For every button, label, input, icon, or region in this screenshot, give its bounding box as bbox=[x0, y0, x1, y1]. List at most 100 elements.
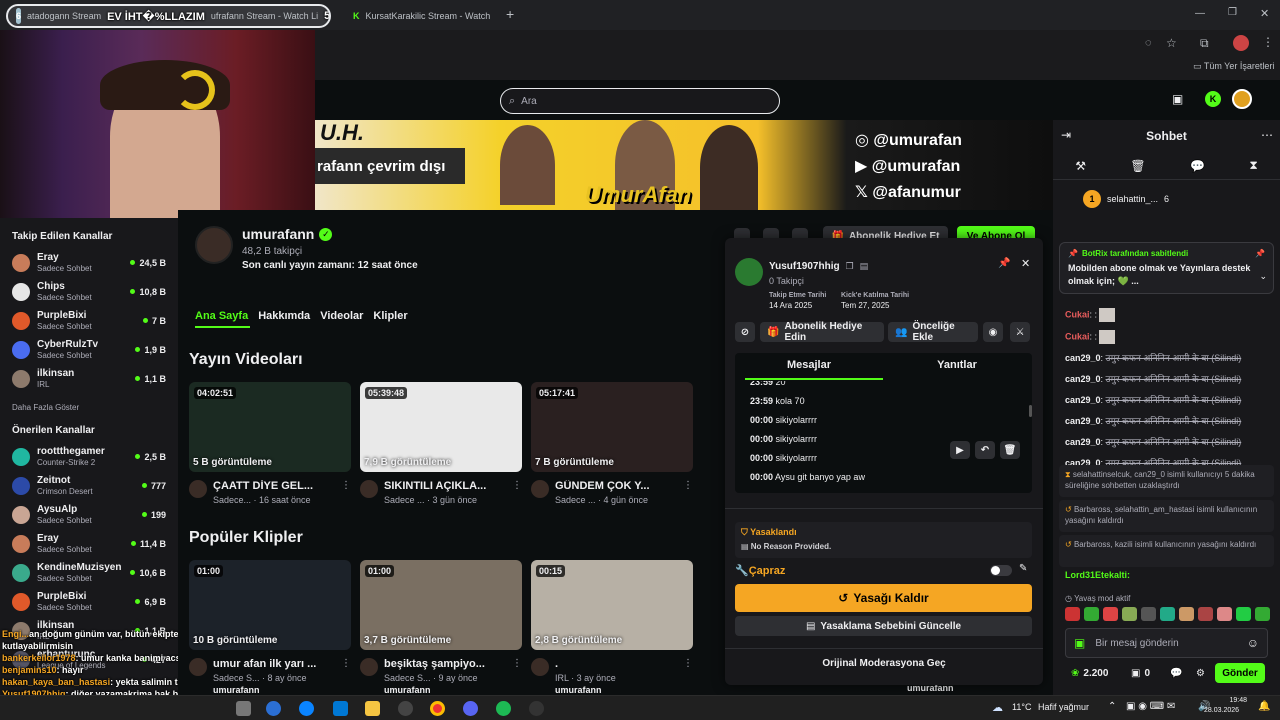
more-options-icon[interactable]: ⋮ bbox=[512, 658, 522, 695]
more-options-icon[interactable]: ⋮ bbox=[341, 658, 351, 695]
sidebar-channel[interactable]: KendineMuzisyen Sadece Sohbet 10,6 B bbox=[0, 558, 178, 587]
chat-username[interactable]: Cukai bbox=[1065, 309, 1090, 319]
sidebar-channel[interactable]: Eray Sadece Sohbet 24,5 B bbox=[0, 248, 178, 277]
emote-icon[interactable] bbox=[1122, 607, 1137, 621]
clock-time[interactable]: 19:48 bbox=[1212, 697, 1247, 704]
sidebar-channel[interactable]: CyberRulzTv Sadece Sohbet 1,9 B bbox=[0, 335, 178, 364]
video-thumbnail[interactable]: 05:39:48 7,9 B görüntüleme bbox=[360, 382, 522, 472]
video-title[interactable]: umur afan ilk yarı ... bbox=[213, 658, 335, 670]
pinned-message[interactable]: 📌 BotRix tarafından sabitlendi 📌 Mobilden … bbox=[1059, 242, 1274, 294]
chat-username[interactable]: can29_0 bbox=[1065, 374, 1101, 384]
mod-icon[interactable]: ⚔ bbox=[1010, 322, 1030, 342]
chat-message[interactable]: Cukai: : bbox=[1057, 308, 1280, 322]
emote-icon[interactable] bbox=[1065, 607, 1080, 621]
trash-icon[interactable]: 🗑 bbox=[1130, 159, 1145, 173]
video-card[interactable]: 04:02:51 5 B görüntüleme ÇAATT DİYE GEL...… bbox=[189, 382, 351, 505]
emote-icon[interactable] bbox=[1084, 607, 1099, 621]
video-title[interactable]: SIKINTILI AÇIKLA... bbox=[384, 480, 506, 492]
card-icon[interactable]: ▤ bbox=[860, 261, 869, 272]
video-title[interactable]: . bbox=[555, 658, 677, 670]
video-thumbnail[interactable]: 00:15 2,8 B görüntüleme bbox=[531, 560, 693, 650]
sidebar-channel[interactable]: AysuAlp Sadece Sohbet 199 bbox=[0, 500, 178, 529]
scrollbar[interactable] bbox=[1029, 405, 1032, 417]
extensions-icon[interactable]: ⧉ bbox=[1200, 36, 1209, 51]
hammer-icon[interactable]: ⚒ bbox=[1075, 159, 1086, 173]
pin-icon[interactable]: 📌 bbox=[1255, 249, 1265, 258]
show-more-link[interactable]: Daha Fazla Göster bbox=[12, 403, 178, 412]
emote-icon[interactable] bbox=[1217, 607, 1232, 621]
sidebar-channel[interactable]: PurpleBixi Sadece Sohbet 6,9 B bbox=[0, 587, 178, 616]
chat-message[interactable]: can29_0: उमुर कफन अनिनिन आमी के बा (Sili… bbox=[1057, 352, 1280, 365]
tab-active[interactable]: 6 atadogann Stream EV İHT�%LLAZIM ufrafa… bbox=[6, 4, 331, 28]
edge-icon[interactable] bbox=[299, 701, 314, 716]
emote-icon[interactable] bbox=[1198, 607, 1213, 621]
original-moderation-link[interactable]: Orijinal Moderasyona Geç bbox=[725, 658, 1043, 669]
channel-tab[interactable]: Hakkımda bbox=[258, 310, 310, 322]
menu-icon[interactable]: ⋮ bbox=[1262, 35, 1274, 49]
channel-tab[interactable]: Videolar bbox=[320, 310, 363, 322]
chrome-icon[interactable] bbox=[430, 701, 445, 716]
chat-message[interactable]: can29_0: उमुर कफन अनिनिन आमी के बा (Sili… bbox=[1057, 373, 1280, 386]
video-title[interactable]: ÇAATT DİYE GEL... bbox=[213, 480, 335, 492]
tab-replies[interactable]: Yanıtlar bbox=[883, 359, 1031, 371]
search-input[interactable]: ⌕ Ara bbox=[500, 88, 780, 114]
tray-icons[interactable]: ▣ ◉ ⌨ ✉ bbox=[1126, 701, 1175, 712]
chevron-down-icon[interactable]: ⌄ bbox=[1259, 271, 1267, 282]
tab-messages[interactable]: Mesajlar bbox=[735, 359, 883, 371]
task-view-icon[interactable] bbox=[236, 701, 251, 716]
play-icon[interactable]: ▶ bbox=[950, 441, 970, 459]
pin-icon[interactable]: 📌 bbox=[998, 258, 1010, 269]
video-thumbnail[interactable]: 04:02:51 5 B görüntüleme bbox=[189, 382, 351, 472]
minimize-icon[interactable]: — bbox=[1195, 8, 1205, 19]
chat-message[interactable]: Cukai: : bbox=[1057, 330, 1280, 344]
chat-message[interactable]: can29_0: उमुर कफन अनिनिन आमी के बा (Sili… bbox=[1057, 394, 1280, 407]
copy-icon[interactable]: ❐ bbox=[846, 261, 854, 272]
bookmarks-folder[interactable]: ▭ Tüm Yer İşaretleri bbox=[1193, 61, 1274, 72]
chat-username[interactable]: can29_0 bbox=[1065, 416, 1101, 426]
chat-message[interactable]: can29_0: उमुर कफन अनिनिन आमी के बा (Sili… bbox=[1057, 415, 1280, 428]
edit-icon[interactable]: ✎ bbox=[1019, 563, 1027, 574]
sidebar-channel[interactable]: PurpleBixi Sadece Sohbet 7 B bbox=[0, 306, 178, 335]
gift-sub-modal-button[interactable]: 🎁 Abonelik Hediye Edin bbox=[760, 321, 884, 343]
chat-input[interactable]: ▣ Bir mesaj gönderin ☺ bbox=[1065, 628, 1268, 658]
emote-icon[interactable] bbox=[1103, 607, 1118, 621]
priority-button[interactable]: 👥 Önceliğe Ekle bbox=[888, 321, 978, 343]
xbox-icon[interactable] bbox=[398, 701, 413, 716]
delete-icon[interactable]: 🗑 bbox=[1000, 441, 1020, 459]
avatar[interactable] bbox=[1232, 89, 1252, 109]
video-thumbnail[interactable]: 01:00 3,7 B görüntüleme bbox=[360, 560, 522, 650]
profile-icon[interactable] bbox=[1233, 35, 1249, 51]
star-icon[interactable]: ☆ bbox=[1166, 36, 1177, 50]
emote-icon[interactable] bbox=[1255, 607, 1270, 621]
close-modal-button[interactable]: ✕ bbox=[1021, 257, 1030, 270]
chat-username[interactable]: Cukai bbox=[1065, 331, 1090, 341]
video-card[interactable]: 05:39:48 7,9 B görüntüleme SIKINTILI AÇIKL… bbox=[360, 382, 522, 505]
channel-tab[interactable]: Ana Sayfa bbox=[195, 310, 248, 322]
video-thumbnail[interactable]: 01:00 10 B görüntüleme bbox=[189, 560, 351, 650]
chat-username[interactable]: can29_0 bbox=[1065, 353, 1101, 363]
video-thumbnail[interactable]: 05:17:41 7 B görüntüleme bbox=[531, 382, 693, 472]
kick-logo-icon[interactable]: K bbox=[1205, 91, 1221, 107]
sidebar-channel[interactable]: Zeitnot Crimson Desert 777 bbox=[0, 471, 178, 500]
video-title[interactable]: GÜNDEM ÇOK Y... bbox=[555, 480, 677, 492]
more-options-icon[interactable]: ⋮ bbox=[683, 480, 693, 505]
gear-icon[interactable]: ⚙ bbox=[1196, 668, 1205, 679]
video-card[interactable]: 01:00 10 B görüntüleme umur afan ilk yarı … bbox=[189, 560, 351, 695]
emote-icon[interactable] bbox=[1179, 607, 1194, 621]
copilot-icon[interactable] bbox=[266, 701, 281, 716]
notification-icon[interactable]: 🔔 bbox=[1258, 701, 1270, 712]
video-title[interactable]: beşiktaş şampiyo... bbox=[384, 658, 506, 670]
tab-kursat[interactable]: K KursatKarakilic Stream - Watch ✕ bbox=[345, 3, 495, 28]
vod-icon[interactable]: ▣ bbox=[1172, 92, 1183, 106]
update-ban-reason-button[interactable]: ▤ Yasaklama Sebebini Güncelle bbox=[735, 616, 1032, 636]
chat-username[interactable]: can29_0 bbox=[1065, 395, 1101, 405]
unban-button[interactable]: ↺ Yasağı Kaldır bbox=[735, 584, 1032, 612]
maximize-icon[interactable]: ❐ bbox=[1228, 7, 1237, 18]
cross-ban-toggle[interactable] bbox=[990, 565, 1012, 576]
sidebar-channel[interactable]: roottthegamer Counter-Strike 2 2,5 B bbox=[0, 442, 178, 471]
chat-bubble-icon[interactable]: 💬 bbox=[1190, 159, 1205, 173]
new-tab-button[interactable]: + bbox=[506, 6, 514, 22]
emoji-icon[interactable]: ☺ bbox=[1247, 636, 1259, 650]
spotify-icon[interactable] bbox=[496, 701, 511, 716]
chat-username[interactable]: can29_0 bbox=[1065, 437, 1101, 447]
